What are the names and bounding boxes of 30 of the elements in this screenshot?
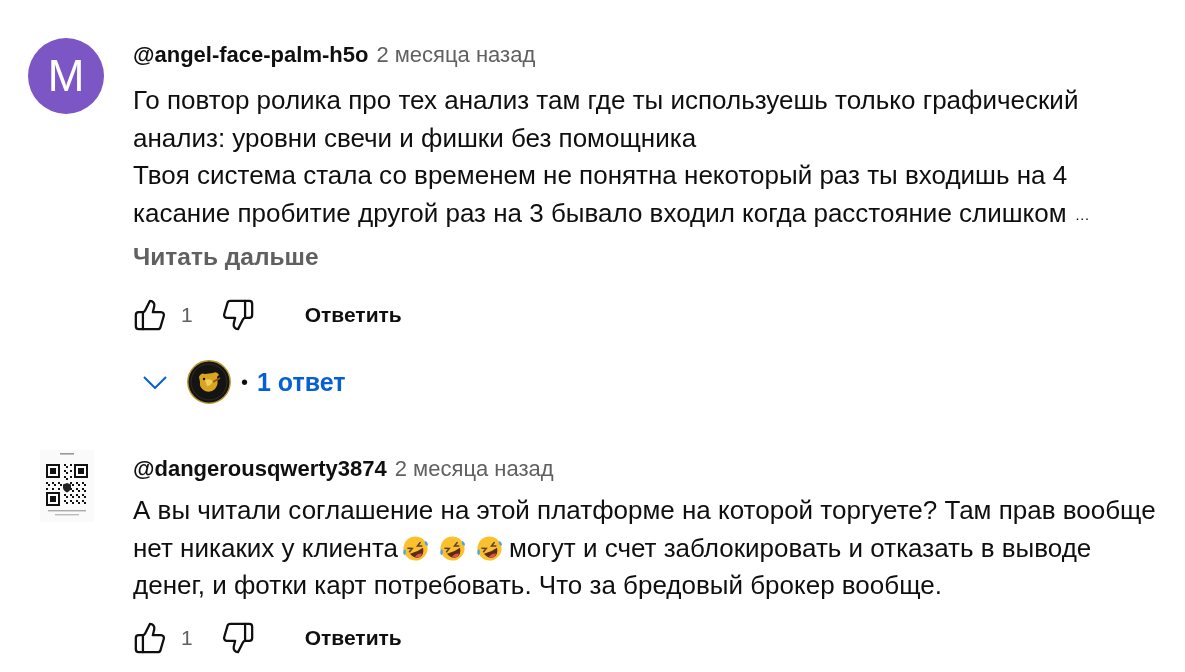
comment-text: денег, и фотки карт потребовать. Что за бредовый брокер вообще. — [133, 570, 942, 602]
comment-time[interactable]: 2 месяца назад — [394, 456, 554, 482]
comment-text: Твоя система стала со временем не понятна некоторый раз ты входишь на 4 — [133, 160, 1068, 192]
user-avatar[interactable]: M — [28, 38, 104, 114]
laughing-emoji-icon — [439, 534, 466, 562]
comment-text: анализ: уровни свечи и фишки без помощника — [133, 122, 697, 154]
comment-text: А вы читали соглашение на этой платформе на которой торгуете? Там прав вообще — [133, 495, 1156, 527]
bullet-separator: • — [241, 370, 248, 394]
like-count: 1 — [181, 625, 193, 650]
author-name[interactable]: @angel-face-palm-h5o — [133, 42, 369, 68]
laughing-emoji-icon — [402, 534, 429, 562]
chevron-down-icon[interactable] — [143, 375, 167, 389]
comment-time[interactable]: 2 месяца назад — [376, 42, 536, 68]
laughing-emoji-icon — [476, 534, 503, 562]
read-more-button[interactable]: Читать дальше — [133, 242, 319, 272]
reply-button[interactable]: Ответить — [304, 619, 402, 656]
reply-button[interactable]: Ответить — [304, 297, 402, 333]
dislike-icon[interactable] — [220, 298, 255, 332]
comment-text: касание пробитие другой раз на 3 бывало входил когда расстояние слишком — [133, 197, 1067, 229]
comment-text: могут и счет заблокировать и отказать в выводе — [509, 532, 1092, 564]
author-name[interactable]: @dangerousqwerty3874 — [133, 456, 387, 482]
comment-text: нет никаких у клиента — [133, 532, 398, 564]
like-icon[interactable] — [133, 620, 167, 655]
replies-link[interactable]: 1 ответ — [257, 365, 346, 399]
channel-avatar — [187, 360, 231, 404]
like-count: 1 — [181, 303, 193, 327]
like-icon[interactable] — [133, 298, 167, 332]
comment-text: Го повтор ролика про тех анализ там где ты используешь только графический — [133, 85, 1079, 117]
dislike-icon[interactable] — [220, 620, 255, 655]
truncation-ellipsis: … — [1074, 206, 1090, 223]
